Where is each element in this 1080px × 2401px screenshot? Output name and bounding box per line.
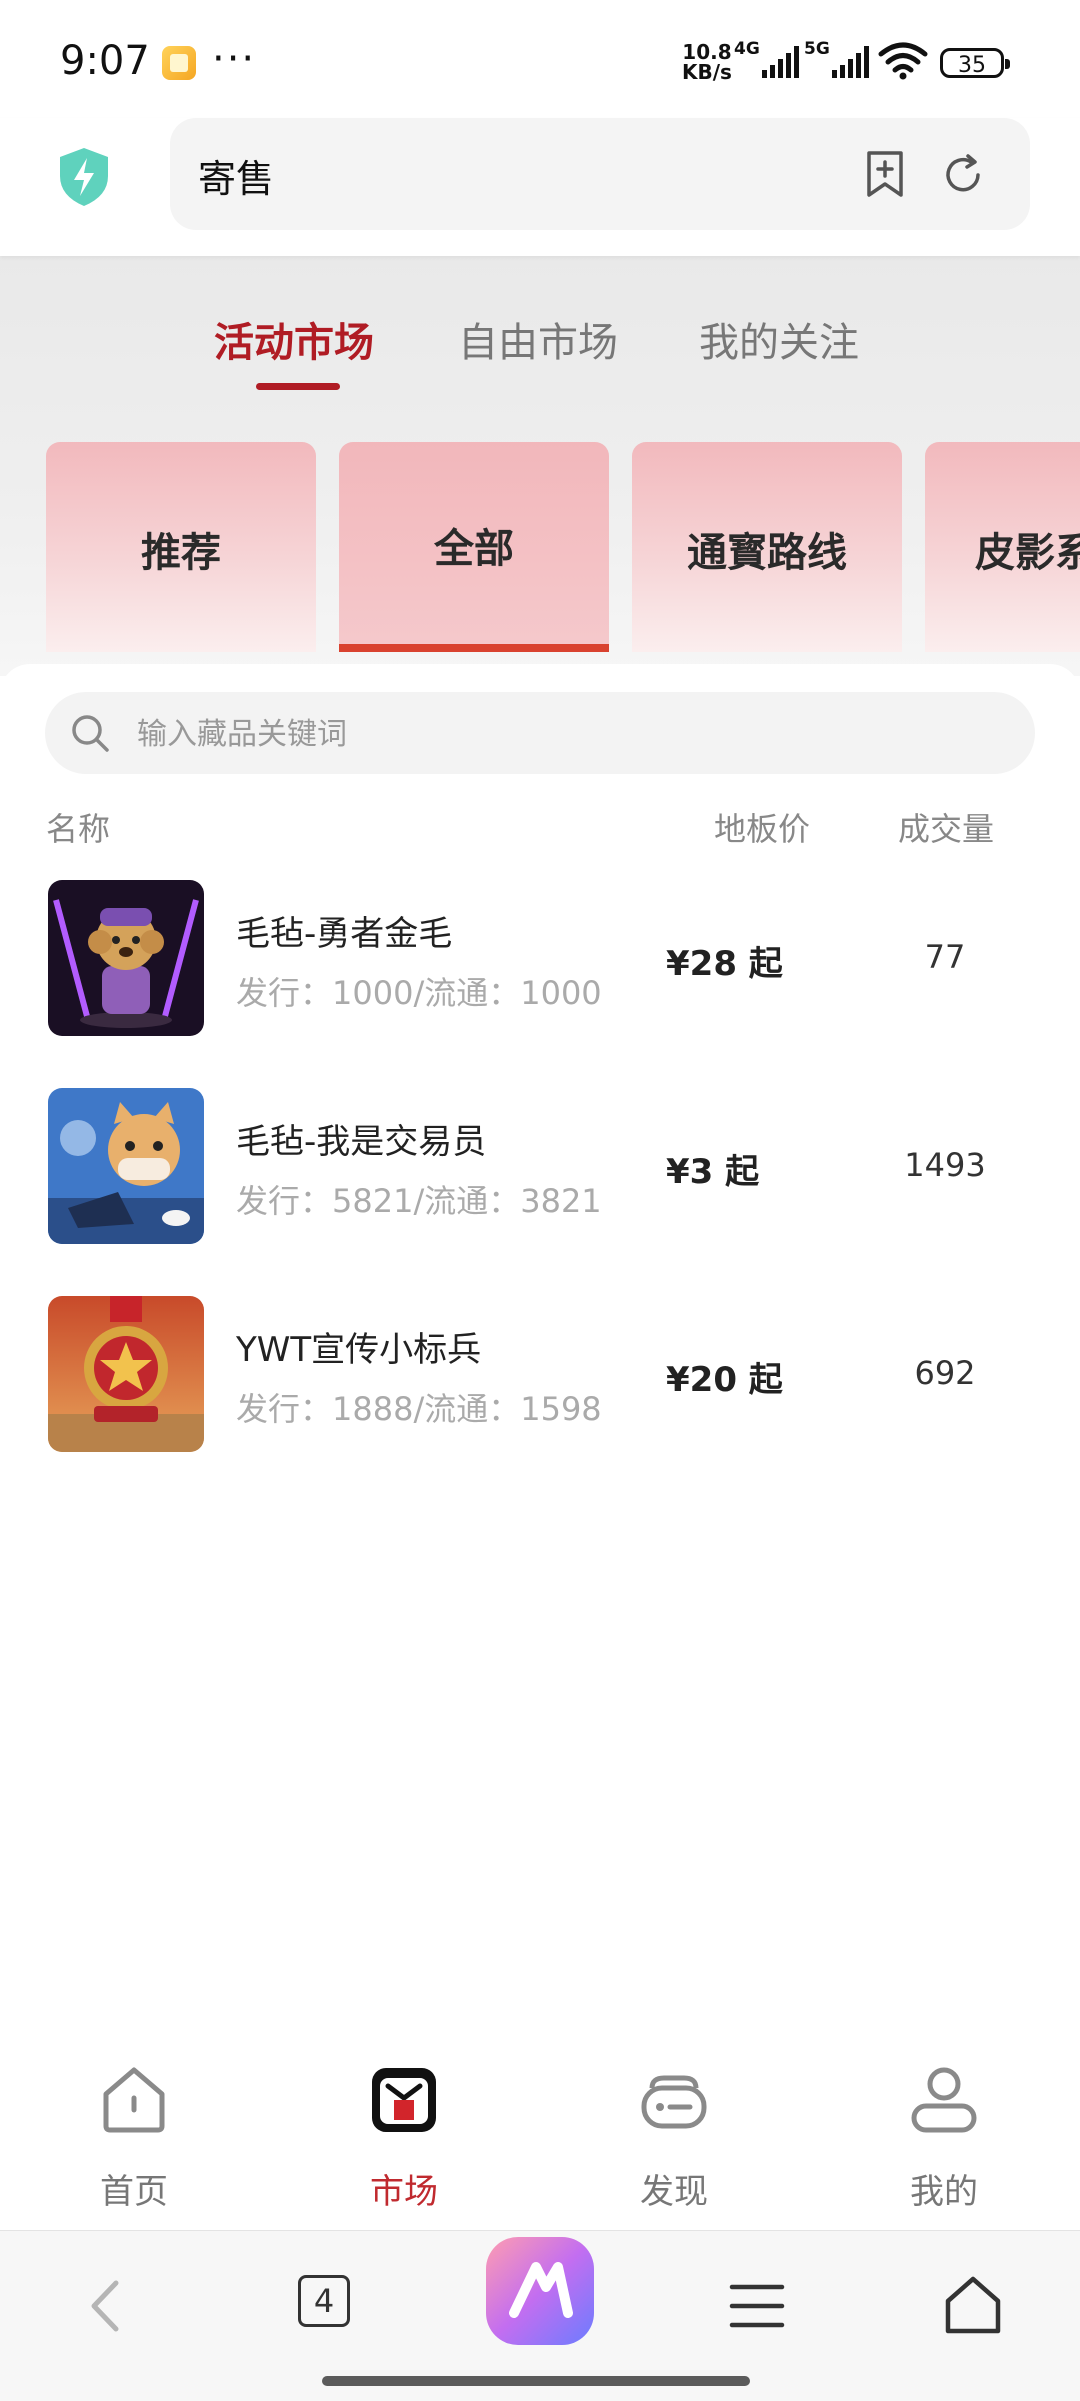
wifi-icon (878, 42, 928, 80)
nav-discover[interactable]: 发现 (574, 2064, 774, 2214)
nav-home[interactable]: 首页 (34, 2064, 234, 2214)
browser-home-icon[interactable] (938, 2271, 1008, 2341)
status-time: 9:07 (60, 38, 150, 84)
item-floor-price: ¥3 起 (666, 1152, 760, 1192)
item-name: 毛毡-勇者金毛 (236, 914, 453, 954)
nav-label: 我的 (910, 2172, 978, 2212)
gesture-home-bar[interactable] (322, 2376, 750, 2386)
profile-icon (911, 2067, 977, 2133)
refresh-icon[interactable] (940, 152, 986, 198)
item-name: YWT宣传小标兵 (236, 1330, 482, 1370)
category-label: 全部 (434, 526, 514, 572)
column-header-floor-price[interactable]: 地板价 (714, 804, 810, 850)
nav-label: 发现 (640, 2172, 708, 2212)
active-tab-indicator (256, 383, 340, 390)
back-icon[interactable] (72, 2271, 142, 2341)
battery-icon: 35 (940, 48, 1010, 78)
category-cards: 推荐 全部 通寳路线 皮影系 (0, 442, 1080, 652)
list-item[interactable]: 毛毡-我是交易员 发行：5821/流通：3821 ¥3 起 1493 (0, 1074, 1080, 1244)
network-speed-unit: KB/s (682, 60, 732, 84)
menu-icon[interactable] (722, 2271, 792, 2341)
item-supply: 发行：1000/流通：1000 (236, 974, 602, 1012)
market-list-panel: 名称 地板价 成交量 毛毡-勇者金毛 发行：1000/流通：1000 ¥28 起… (0, 664, 1080, 2044)
app-bottom-nav: 首页 市场 发现 我的 (0, 2044, 1080, 2230)
list-item[interactable]: YWT宣传小标兵 发行：1888/流通：1598 ¥20 起 692 (0, 1282, 1080, 1452)
column-header-name: 名称 (46, 810, 111, 848)
nav-market[interactable]: 市场 (304, 2064, 504, 2214)
address-text[interactable]: 寄售 (198, 148, 274, 203)
status-bar: 9:07 ··· 10.8 KB/s 4G 5G 35 (0, 0, 1080, 118)
category-tongbao-route[interactable]: 通寳路线 (632, 442, 902, 652)
market-icon (372, 2068, 436, 2132)
item-volume: 692 (914, 1354, 976, 1392)
home-icon (103, 2067, 165, 2133)
item-supply: 发行：1888/流通：1598 (236, 1390, 602, 1428)
category-all[interactable]: 全部 (339, 442, 609, 652)
signal-5g-label: 5G (804, 40, 830, 59)
tab-my-follows[interactable]: 我的关注 (699, 310, 859, 368)
discover-icon (641, 2075, 707, 2129)
network-speed-value: 10.8 (682, 40, 732, 64)
item-thumbnail-trader-cat (48, 1088, 204, 1244)
search-icon (72, 715, 109, 752)
item-thumbnail-golden-retriever (48, 880, 204, 1036)
item-thumbnail-medal (48, 1296, 204, 1452)
nav-label: 首页 (100, 2172, 168, 2212)
tab-count-button[interactable]: 4 (298, 2275, 350, 2327)
item-floor-price: ¥28 起 (666, 944, 783, 984)
column-header-volume[interactable]: 成交量 (898, 804, 994, 850)
nav-label: 市场 (370, 2172, 438, 2212)
browser-address-row: 寄售 (0, 118, 1080, 256)
ai-assistant-icon (509, 2262, 573, 2318)
item-name: 毛毡-我是交易员 (236, 1122, 487, 1162)
add-bookmark-icon[interactable] (863, 150, 907, 198)
signal-4g-label: 4G (734, 40, 760, 59)
search-bar[interactable] (45, 692, 1035, 776)
tab-activity-market[interactable]: 活动市场 (214, 310, 374, 368)
market-tabs: 活动市场 自由市场 我的关注 (0, 310, 1080, 390)
category-label: 推荐 (141, 530, 221, 576)
notification-app-icon (162, 46, 196, 80)
security-shield-icon[interactable] (56, 146, 112, 208)
category-shadow-puppet[interactable]: 皮影系 (925, 442, 1080, 652)
tab-free-market[interactable]: 自由市场 (458, 310, 618, 368)
category-label: 皮影系 (975, 530, 1080, 576)
nav-profile[interactable]: 我的 (844, 2064, 1044, 2214)
list-item[interactable]: 毛毡-勇者金毛 发行：1000/流通：1000 ¥28 起 77 (0, 866, 1080, 1036)
signal-4g-icon: 4G (734, 40, 799, 78)
network-speed: 10.8 KB/s (682, 42, 732, 82)
item-floor-price: ¥20 起 (666, 1360, 783, 1400)
item-volume: 1493 (904, 1146, 986, 1184)
ai-assistant-button[interactable] (486, 2237, 594, 2345)
more-notifications-icon: ··· (212, 36, 257, 82)
search-input[interactable] (135, 692, 999, 776)
category-recommend[interactable]: 推荐 (46, 442, 316, 652)
item-supply: 发行：5821/流通：3821 (236, 1182, 602, 1220)
item-volume: 77 (924, 938, 966, 976)
address-bar[interactable]: 寄售 (170, 118, 1030, 230)
category-label: 通寳路线 (687, 530, 847, 576)
signal-5g-icon: 5G (804, 40, 869, 78)
